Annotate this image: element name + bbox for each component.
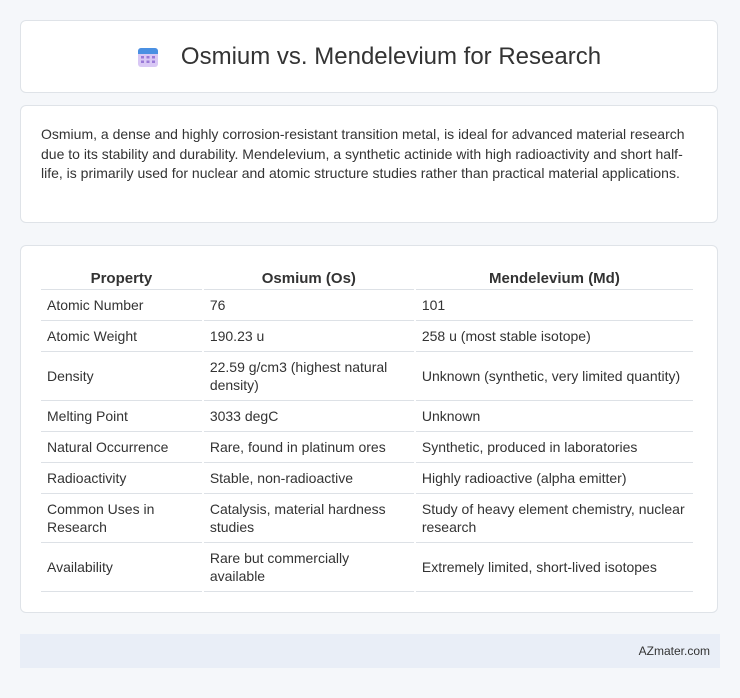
table-row: Natural Occurrence Rare, found in platin…	[41, 432, 693, 463]
cell-osmium: Rare but commercially available	[203, 543, 414, 592]
cell-mendelevium: 101	[415, 290, 693, 321]
calendar-icon	[137, 46, 159, 68]
comparison-table: Property Osmium (Os) Mendelevium (Md) At…	[39, 266, 695, 592]
cell-property: Radioactivity	[41, 463, 202, 494]
cell-osmium: Catalysis, material hardness studies	[203, 494, 414, 543]
cell-property: Atomic Weight	[41, 321, 202, 352]
cell-mendelevium: Highly radioactive (alpha emitter)	[415, 463, 693, 494]
cell-property: Density	[41, 352, 202, 401]
page-title: Osmium vs. Mendelevium for Research	[180, 42, 602, 70]
cell-osmium: 76	[203, 290, 414, 321]
header-osmium: Osmium (Os)	[203, 266, 414, 290]
table-row: Radioactivity Stable, non-radioactive Hi…	[41, 463, 693, 494]
table-row: Atomic Weight 190.23 u 258 u (most stabl…	[41, 321, 693, 352]
table-row: Availability Rare but commercially avail…	[41, 543, 693, 592]
footer-brand: AZmater.com	[638, 644, 710, 658]
footer: AZmater.com	[20, 634, 720, 668]
cell-osmium: 22.59 g/cm3 (highest natural density)	[203, 352, 414, 401]
cell-property: Availability	[41, 543, 202, 592]
table-row: Atomic Number 76 101	[41, 290, 693, 321]
cell-osmium: 3033 degC	[203, 401, 414, 432]
comparison-table-card: Property Osmium (Os) Mendelevium (Md) At…	[20, 245, 718, 613]
cell-mendelevium: Extremely limited, short-lived isotopes	[415, 543, 693, 592]
cell-mendelevium: Unknown (synthetic, very limited quantit…	[415, 352, 693, 401]
table-row: Melting Point 3033 degC Unknown	[41, 401, 693, 432]
title-card: Osmium vs. Mendelevium for Research	[20, 20, 718, 93]
cell-mendelevium: Unknown	[415, 401, 693, 432]
cell-property: Natural Occurrence	[41, 432, 202, 463]
cell-osmium: Stable, non-radioactive	[203, 463, 414, 494]
cell-mendelevium: Synthetic, produced in laboratories	[415, 432, 693, 463]
cell-osmium: Rare, found in platinum ores	[203, 432, 414, 463]
intro-paragraph: Osmium, a dense and highly corrosion-res…	[41, 126, 685, 181]
cell-property: Atomic Number	[41, 290, 202, 321]
table-header-row: Property Osmium (Os) Mendelevium (Md)	[41, 266, 693, 290]
header-mendelevium: Mendelevium (Md)	[415, 266, 693, 290]
intro-card: Osmium, a dense and highly corrosion-res…	[20, 105, 718, 223]
header-property: Property	[41, 266, 202, 290]
cell-mendelevium: Study of heavy element chemistry, nuclea…	[415, 494, 693, 543]
cell-property: Common Uses in Research	[41, 494, 202, 543]
cell-property: Melting Point	[41, 401, 202, 432]
table-row: Common Uses in Research Catalysis, mater…	[41, 494, 693, 543]
table-row: Density 22.59 g/cm3 (highest natural den…	[41, 352, 693, 401]
cell-mendelevium: 258 u (most stable isotope)	[415, 321, 693, 352]
cell-osmium: 190.23 u	[203, 321, 414, 352]
